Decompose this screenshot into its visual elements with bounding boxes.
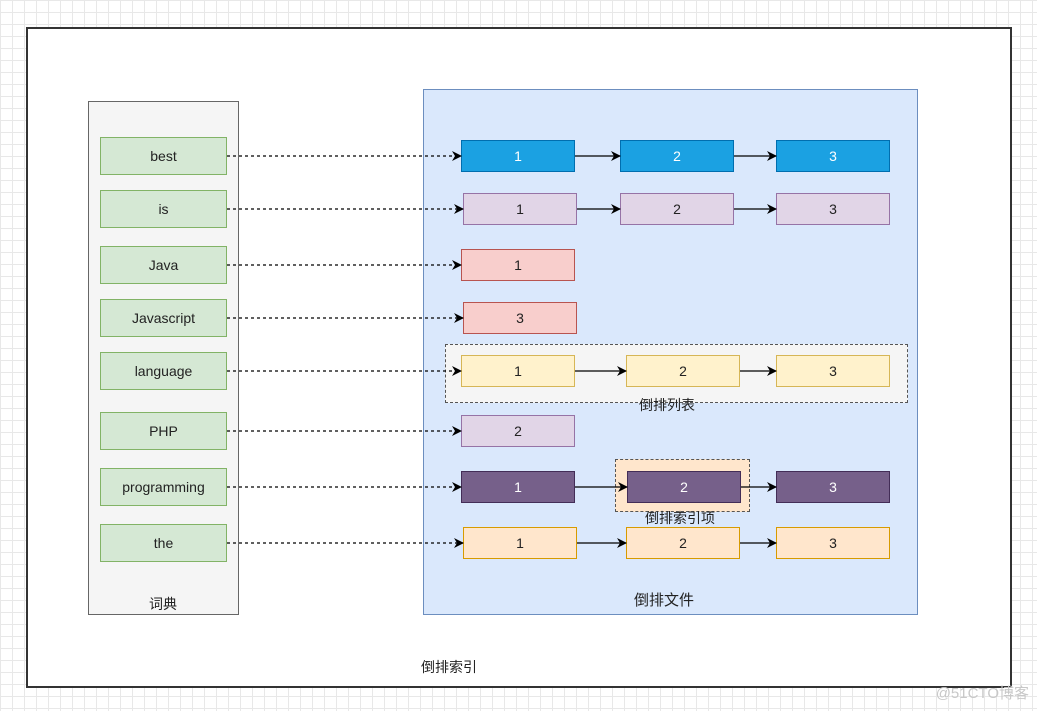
posting-entry: 1 xyxy=(461,249,575,281)
posting-entry: 2 xyxy=(626,527,740,559)
dictionary-term: programming xyxy=(100,468,227,506)
inverted-file-label: 倒排文件 xyxy=(634,592,695,609)
posting-entry: 3 xyxy=(776,471,890,503)
dictionary-term: PHP xyxy=(100,412,227,450)
posting-entry: 3 xyxy=(776,527,890,559)
posting-entry: 2 xyxy=(620,140,734,172)
posting-entry: 1 xyxy=(461,471,575,503)
dictionary-term: best xyxy=(100,137,227,175)
posting-entry: 2 xyxy=(627,471,741,503)
posting-item-label: 倒排索引项 xyxy=(645,510,715,526)
dictionary-term: Java xyxy=(100,246,227,284)
posting-list-label: 倒排列表 xyxy=(639,397,695,413)
posting-entry: 3 xyxy=(776,140,890,172)
watermark: @51CTO博客 xyxy=(935,685,1029,702)
dictionary-term: language xyxy=(100,352,227,390)
posting-entry: 3 xyxy=(463,302,577,334)
posting-entry: 1 xyxy=(463,193,577,225)
dictionary-term: is xyxy=(100,190,227,228)
posting-entry: 1 xyxy=(461,140,575,172)
posting-entry: 1 xyxy=(463,527,577,559)
posting-entry: 1 xyxy=(461,355,575,387)
posting-entry: 2 xyxy=(626,355,740,387)
posting-entry: 3 xyxy=(776,355,890,387)
dictionary-label: 词典 xyxy=(149,596,177,612)
diagram-title: 倒排索引 xyxy=(421,659,477,675)
posting-entry: 3 xyxy=(776,193,890,225)
dictionary-term: the xyxy=(100,524,227,562)
dictionary-term: Javascript xyxy=(100,299,227,337)
posting-entry: 2 xyxy=(461,415,575,447)
posting-entry: 2 xyxy=(620,193,734,225)
